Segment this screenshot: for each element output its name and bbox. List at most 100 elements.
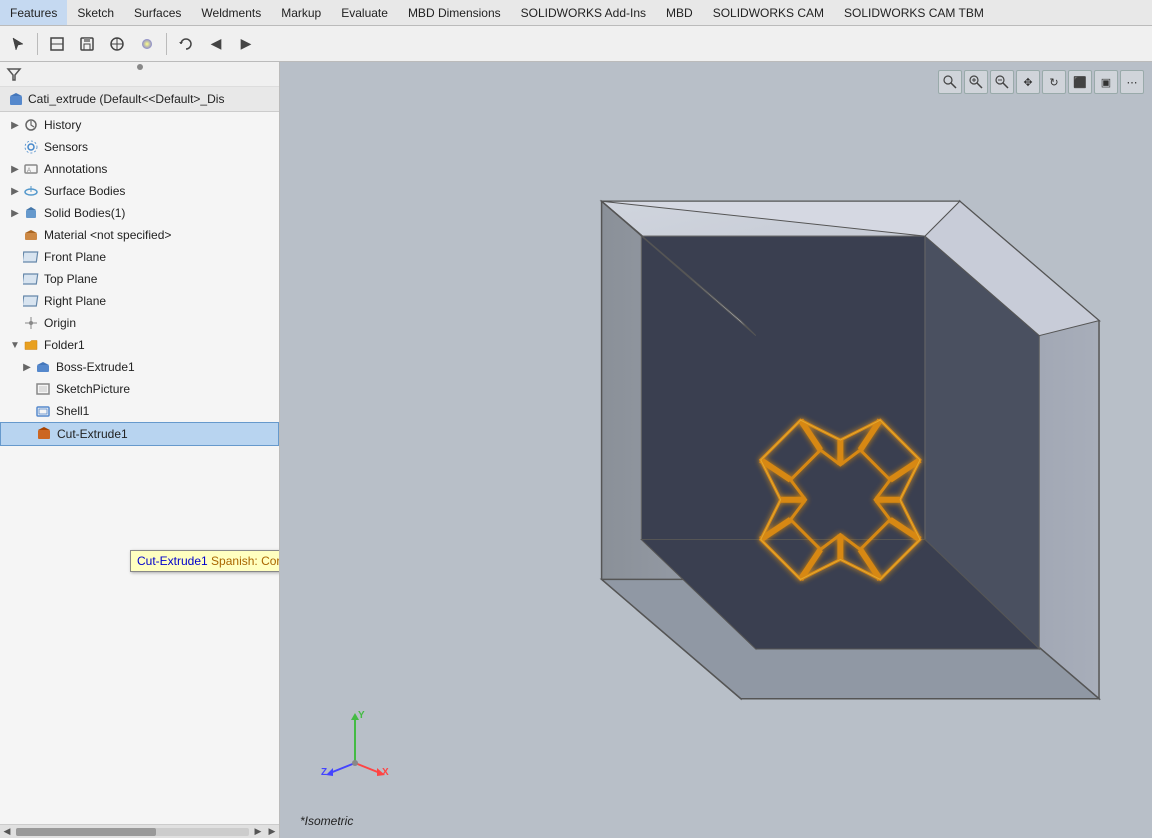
menu-mbd-dimensions[interactable]: MBD Dimensions — [398, 0, 511, 25]
view-label-text: *Isometric — [300, 814, 353, 828]
top-plane-label: Top Plane — [44, 272, 275, 286]
sensors-icon — [22, 138, 40, 156]
tree-item-solid-bodies[interactable]: ▶ Solid Bodies(1) — [0, 202, 279, 224]
svg-text:X: X — [382, 767, 389, 778]
tooltip-main: Cut-Extrude1 — [137, 554, 208, 568]
sensors-label: Sensors — [44, 140, 275, 154]
tree-item-surface-bodies[interactable]: ▶ Surface Bodies — [0, 180, 279, 202]
tree-item-cut-extrude1[interactable]: ▶ Cut-Extrude1 — [0, 422, 279, 446]
cut-extrude1-icon — [35, 425, 53, 443]
model-name-label: Cati_extrude (Default<<Default>_Dis — [28, 92, 224, 106]
expand-solid-bodies[interactable]: ▶ — [8, 206, 22, 220]
rotate-btn[interactable]: ↻ — [1042, 70, 1066, 94]
zoom-out-btn[interactable] — [990, 70, 1014, 94]
feature-tree-panel: Cati_extrude (Default<<Default>_Dis ▶ Hi… — [0, 62, 280, 838]
material-label: Material <not specified> — [44, 228, 275, 242]
select-tool-btn[interactable] — [4, 30, 32, 58]
svg-text:A: A — [27, 168, 31, 174]
3d-viewport[interactable]: ✥ ↻ ⬛ ▣ ⋯ — [280, 62, 1152, 838]
toolbar: ◀ ▶ — [0, 26, 1152, 62]
scroll-track-h[interactable] — [16, 828, 249, 836]
tree-item-origin[interactable]: ▶ Origin — [0, 312, 279, 334]
scroll-right-btn[interactable]: ▶ — [251, 825, 265, 838]
section-view-btn[interactable]: ⬛ — [1068, 70, 1092, 94]
folder1-icon — [22, 336, 40, 354]
model-icon — [8, 91, 24, 107]
front-plane-icon — [22, 248, 40, 266]
right-plane-label: Right Plane — [44, 294, 275, 308]
toolbar-sep-2 — [166, 33, 167, 55]
expand-folder1[interactable]: ▼ — [8, 338, 22, 352]
save-btn[interactable] — [73, 30, 101, 58]
solid-bodies-label: Solid Bodies(1) — [44, 206, 275, 220]
surface-bodies-icon — [22, 182, 40, 200]
toolbar-sep-1 — [37, 33, 38, 55]
tree-item-boss-extrude1[interactable]: ▶ Boss-Extrude1 — [0, 356, 279, 378]
zoom-in-btn[interactable] — [964, 70, 988, 94]
sketch-picture-label: SketchPicture — [56, 382, 275, 396]
zoom-to-fit-btn[interactable] — [938, 70, 962, 94]
chevron-left-btn[interactable]: ◀ — [202, 30, 230, 58]
shell1-icon — [34, 402, 52, 420]
tree-item-history[interactable]: ▶ History — [0, 114, 279, 136]
tree-item-front-plane[interactable]: ▶ Front Plane — [0, 246, 279, 268]
tree-item-top-plane[interactable]: ▶ Top Plane — [0, 268, 279, 290]
expand-boss-extrude1[interactable]: ▶ — [20, 360, 34, 374]
menu-surfaces[interactable]: Surfaces — [124, 0, 191, 25]
panel-resize-handle[interactable] — [275, 62, 279, 838]
menu-solidworks-addins[interactable]: SOLIDWORKS Add-Ins — [511, 0, 656, 25]
cut-extrude1-label: Cut-Extrude1 — [57, 427, 274, 441]
filter-icon — [6, 66, 22, 82]
tree-item-folder1[interactable]: ▼ Folder1 — [0, 334, 279, 356]
shell1-label: Shell1 — [56, 404, 275, 418]
coordinate-axes: Y X Z — [320, 708, 390, 778]
tree-item-annotations[interactable]: ▶ A Annotations — [0, 158, 279, 180]
scroll-thumb-h[interactable] — [16, 828, 156, 836]
origin-label: Origin — [44, 316, 275, 330]
appearance-btn[interactable] — [133, 30, 161, 58]
expand-surface-bodies[interactable]: ▶ — [8, 184, 22, 198]
menu-sketch[interactable]: Sketch — [67, 0, 124, 25]
annotations-label: Annotations — [44, 162, 275, 176]
folder1-label: Folder1 — [44, 338, 275, 352]
horizontal-scrollbar[interactable]: ◀ ▶ ▶ — [0, 824, 279, 838]
expand-history[interactable]: ▶ — [8, 118, 22, 132]
view-rotate-btn[interactable] — [172, 30, 200, 58]
pan-btn[interactable]: ✥ — [1016, 70, 1040, 94]
panel-dot — [137, 64, 143, 70]
tree-item-material[interactable]: ▶ Material <not specified> — [0, 224, 279, 246]
tree-item-sketch-picture[interactable]: ▶ SketchPicture — [0, 378, 279, 400]
expand-annotations[interactable]: ▶ — [8, 162, 22, 176]
menu-markup[interactable]: Markup — [271, 0, 331, 25]
sketch-picture-icon — [34, 380, 52, 398]
menu-mbd[interactable]: MBD — [656, 0, 703, 25]
svg-text:Z: Z — [321, 767, 327, 778]
chevron-right-btn[interactable]: ▶ — [232, 30, 260, 58]
sketch-view-btn[interactable] — [43, 30, 71, 58]
menu-bar: Features Sketch Surfaces Weldments Marku… — [0, 0, 1152, 26]
tree-item-sensors[interactable]: ▶ Sensors — [0, 136, 279, 158]
menu-solidworks-cam-tbm[interactable]: SOLIDWORKS CAM TBM — [834, 0, 994, 25]
menu-features[interactable]: Features — [0, 0, 67, 25]
more-btn[interactable]: ⋯ — [1120, 70, 1144, 94]
model-name: Cati_extrude (Default<<Default>_Dis — [0, 87, 279, 112]
menu-evaluate[interactable]: Evaluate — [331, 0, 398, 25]
main-area: Cati_extrude (Default<<Default>_Dis ▶ Hi… — [0, 62, 1152, 838]
menu-solidworks-cam[interactable]: SOLIDWORKS CAM — [703, 0, 834, 25]
svg-text:Y: Y — [358, 710, 365, 721]
tree-item-right-plane[interactable]: ▶ Right Plane — [0, 290, 279, 312]
solid-bodies-icon — [22, 204, 40, 222]
boss-extrude1-label: Boss-Extrude1 — [56, 360, 275, 374]
viewport-toolbar: ✥ ↻ ⬛ ▣ ⋯ — [938, 70, 1144, 94]
tooltip-translation: Spanish: Cortar-Extruir1 — [211, 554, 280, 568]
view-label: *Isometric — [300, 814, 353, 828]
scroll-left-btn[interactable]: ◀ — [0, 825, 14, 838]
tree-item-shell1[interactable]: ▶ Shell1 — [0, 400, 279, 422]
orientation-btn[interactable] — [103, 30, 131, 58]
origin-icon — [22, 314, 40, 332]
menu-weldments[interactable]: Weldments — [191, 0, 271, 25]
display-style-btn[interactable]: ▣ — [1094, 70, 1118, 94]
history-icon — [22, 116, 40, 134]
front-plane-label: Front Plane — [44, 250, 275, 264]
right-plane-icon — [22, 292, 40, 310]
